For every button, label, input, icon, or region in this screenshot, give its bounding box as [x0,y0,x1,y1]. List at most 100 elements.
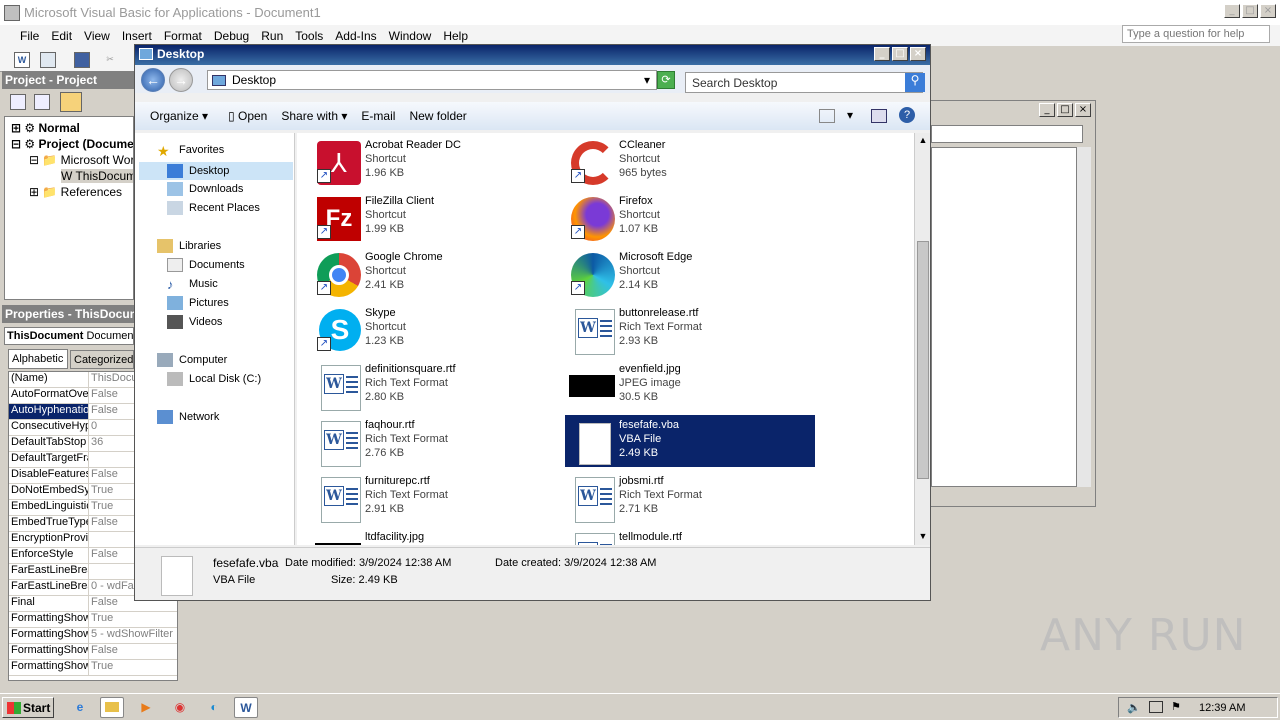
word-taskbar-icon[interactable]: W [234,697,258,718]
menu-addins[interactable]: Add-Ins [329,29,382,43]
word-view-icon[interactable]: W [14,52,30,68]
forward-arrow-icon[interactable]: → [169,68,193,92]
nav-recent-places[interactable]: Recent Places [167,201,260,215]
property-value[interactable]: 5 - wdShowFilter [89,628,177,643]
menu-file[interactable]: File [14,29,45,43]
property-row[interactable]: FormattingShowFontFalse [9,644,177,660]
file-item[interactable]: Wtellmodule.rtf [565,527,815,545]
search-input[interactable]: Search Desktop [685,72,923,93]
tree-project[interactable]: ⊟ ⚙ Project (Document1) [11,137,133,151]
nav-downloads[interactable]: Downloads [167,182,243,196]
tree-references[interactable]: ⊞ 📁 References [29,185,122,199]
chrome-taskbar-icon[interactable]: ◉ [168,697,192,718]
insert-userform-icon[interactable] [40,52,56,68]
nav-desktop[interactable]: Desktop [139,162,293,180]
menu-window[interactable]: Window [383,29,438,43]
explorer-taskbar-icon[interactable] [100,697,124,718]
property-value[interactable]: True [89,660,177,675]
view-code-icon[interactable] [10,94,26,110]
tree-normal[interactable]: ⊞ ⚙ Normal [11,121,80,135]
minimize-button[interactable]: _ [1224,4,1240,18]
code-scrollbar[interactable] [1077,147,1091,487]
code-maximize-button[interactable]: □ [1057,103,1073,117]
address-dropdown-icon[interactable]: ▾ [644,73,650,87]
explorer-maximize-button[interactable]: □ [892,47,908,61]
file-item[interactable]: ltdfacility.jpg [311,527,561,545]
refresh-icon[interactable]: ⟳ [657,71,675,89]
scroll-up-arrow-icon[interactable]: ▲ [916,133,930,147]
file-item[interactable]: Wfaqhour.rtf Rich Text Format 2.76 KB [311,415,561,467]
file-item[interactable]: ↗ Firefox Shortcut 1.07 KB [565,191,815,243]
file-item[interactable]: fesefafe.vba VBA File 2.49 KB [565,415,815,467]
procedure-dropdown[interactable] [931,125,1083,143]
cut-icon[interactable]: ✂ [102,52,118,68]
menu-format[interactable]: Format [158,29,208,43]
properties-object-select[interactable]: ThisDocument Document [4,327,134,345]
preview-pane-icon[interactable] [871,109,887,123]
nav-local-disk[interactable]: Local Disk (C:) [167,372,261,386]
file-item[interactable]: ⅄ ↗ Acrobat Reader DC Shortcut 1.96 KB [311,135,561,187]
nav-pictures[interactable]: Pictures [167,296,229,310]
clock[interactable]: 12:39 AM [1199,702,1245,714]
help-icon[interactable]: ? [899,107,915,123]
address-input[interactable]: Desktop ▾ [207,70,657,90]
property-value[interactable]: False [89,644,177,659]
edge-taskbar-icon[interactable]: ◐ [202,697,226,718]
share-with-button[interactable]: Share with ▾ [274,109,354,123]
save-icon[interactable] [74,52,90,68]
file-item[interactable]: ↗ Microsoft Edge Shortcut 2.14 KB [565,247,815,299]
ie-icon[interactable]: e [68,697,92,718]
change-view-icon[interactable] [819,109,835,123]
menu-view[interactable]: View [78,29,116,43]
file-item[interactable]: Wbuttonrelease.rtf Rich Text Format 2.93 K… [565,303,815,355]
file-item[interactable]: Wjobsmi.rtf Rich Text Format 2.71 KB [565,471,815,523]
start-button[interactable]: Start [2,697,54,718]
scroll-down-arrow-icon[interactable]: ▼ [916,529,930,543]
code-close-button[interactable]: × [1075,103,1091,117]
property-row[interactable]: FormattingShowClearTrue [9,612,177,628]
network-tray-icon[interactable] [1149,701,1163,713]
tree-word-objects[interactable]: ⊟ 📁 Microsoft Word Objects [29,153,133,167]
tab-alphabetic[interactable]: Alphabetic [8,349,68,369]
file-list-scrollbar[interactable]: ▲ ▼ [914,133,930,545]
file-item[interactable]: Wdefinitionsquare.rtf Rich Text Format 2.8… [311,359,561,411]
menu-help[interactable]: Help [437,29,474,43]
ask-question-box[interactable]: Type a question for help [1122,25,1270,43]
file-item[interactable]: Fz ↗ FileZilla Client Shortcut 1.99 KB [311,191,561,243]
menu-tools[interactable]: Tools [289,29,329,43]
back-arrow-icon[interactable]: ← [141,68,165,92]
nav-music[interactable]: ♪ Music [167,277,218,292]
open-button[interactable]: ▯ Open [221,109,274,123]
file-item[interactable]: S ↗ Skype Shortcut 1.23 KB [311,303,561,355]
nav-network[interactable]: Network [157,410,219,424]
media-player-icon[interactable]: ▶ [134,697,158,718]
menu-run[interactable]: Run [255,29,289,43]
new-folder-button[interactable]: New folder [402,109,473,123]
file-item[interactable]: ↗ CCleaner Shortcut 965 bytes [565,135,815,187]
menu-debug[interactable]: Debug [208,29,255,43]
explorer-minimize-button[interactable]: _ [874,47,890,61]
view-object-icon[interactable] [34,94,50,110]
property-row[interactable]: FormattingShowNextLevelTrue [9,660,177,676]
nav-favorites[interactable]: ★ Favorites [157,143,224,159]
email-button[interactable]: E-mail [354,109,402,123]
scroll-thumb[interactable] [917,241,929,479]
nav-videos[interactable]: Videos [167,315,222,329]
property-value[interactable]: True [89,612,177,627]
tree-thisdocument[interactable]: W ThisDocument [61,169,133,183]
tab-categorized[interactable]: Categorized [70,350,134,369]
file-item[interactable]: evenfield.jpg JPEG image 30.5 KB [565,359,815,411]
file-item[interactable]: Wfurniturepc.rtf Rich Text Format 2.91 KB [311,471,561,523]
nav-computer[interactable]: Computer [157,353,227,367]
nav-libraries[interactable]: Libraries [157,239,221,253]
close-button[interactable]: × [1260,4,1276,18]
view-dropdown-icon[interactable]: ▾ [847,108,853,122]
toggle-folders-icon[interactable] [60,92,82,112]
file-item[interactable]: ↗ Google Chrome Shortcut 2.41 KB [311,247,561,299]
explorer-close-button[interactable]: × [910,47,926,61]
volume-icon[interactable]: 🔈 [1127,701,1141,714]
menu-insert[interactable]: Insert [116,29,158,43]
menu-edit[interactable]: Edit [45,29,78,43]
code-minimize-button[interactable]: _ [1039,103,1055,117]
nav-documents[interactable]: Documents [167,258,245,272]
